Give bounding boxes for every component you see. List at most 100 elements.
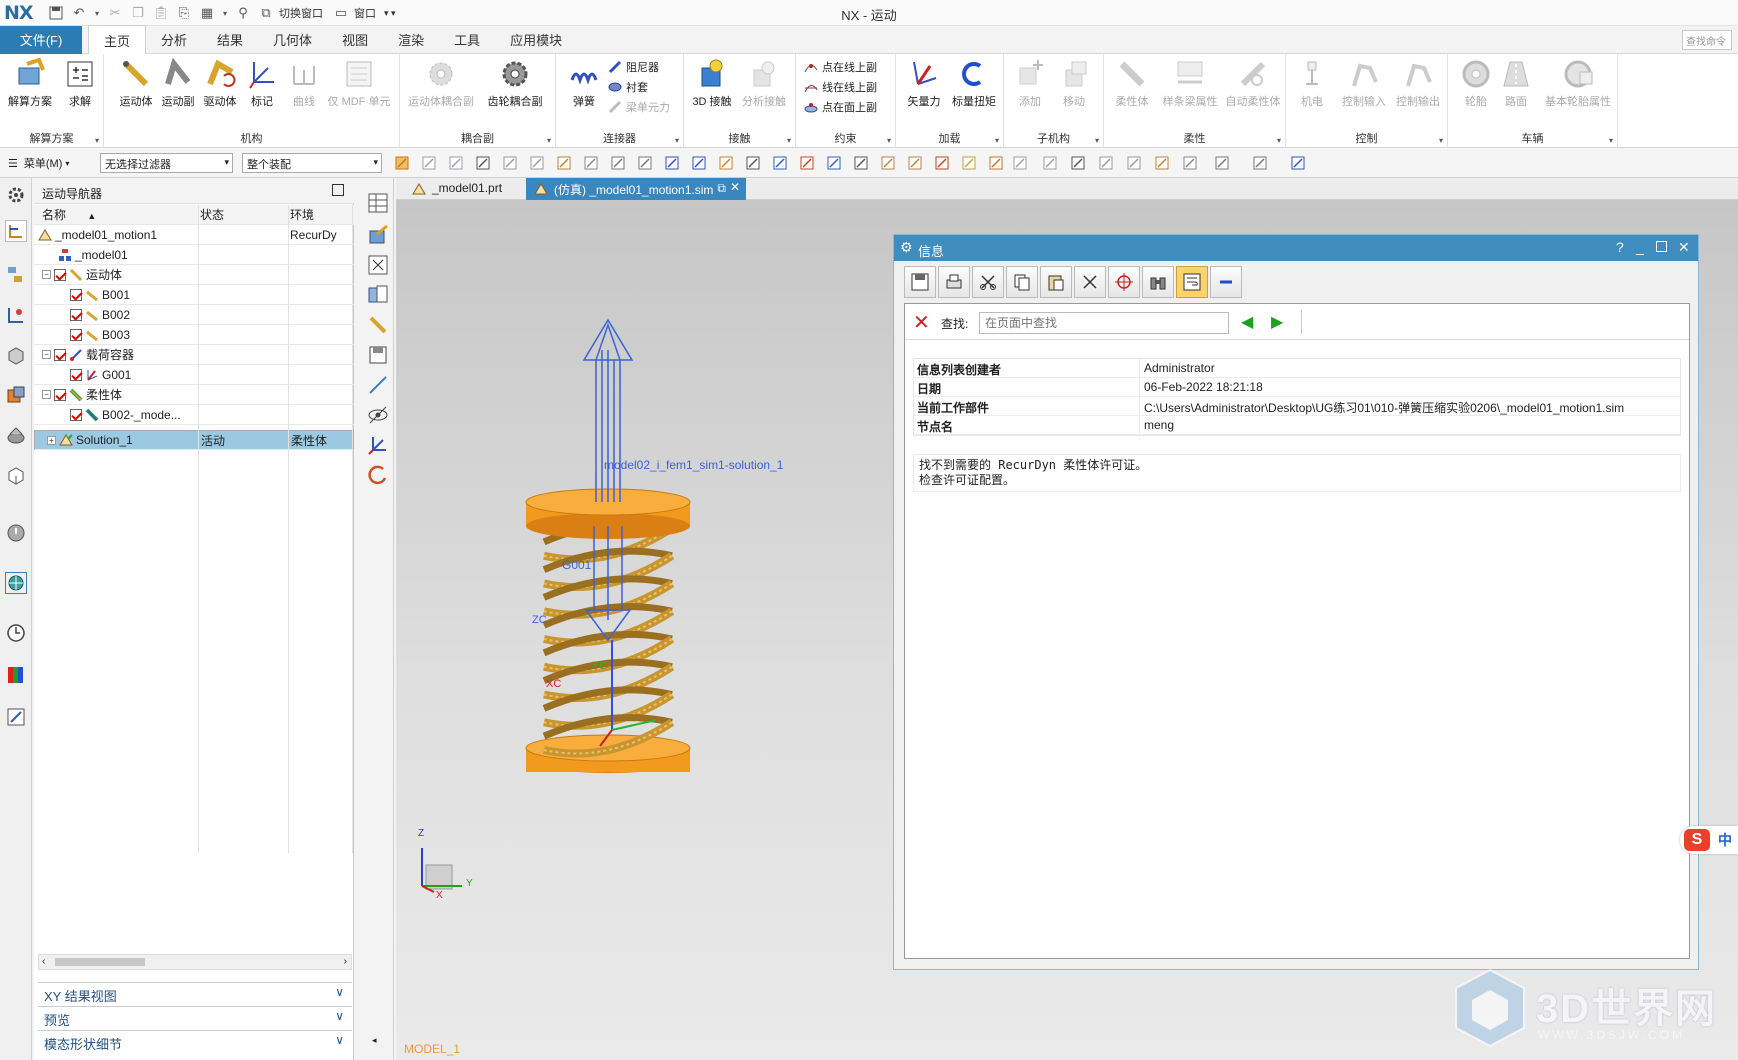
joint-button[interactable]: 运动副 (154, 58, 202, 109)
tree-row-b002-model[interactable]: B002-_mode... (34, 405, 354, 425)
find-next-icon[interactable]: ▶ (1271, 312, 1283, 332)
selection-tool-icon[interactable] (743, 153, 763, 173)
chevron-down-icon[interactable]: ▾ (675, 136, 679, 145)
mdf-element-button[interactable]: 仅 MDF 单元 (326, 58, 392, 109)
chevron-down-icon[interactable]: ▾ (787, 136, 791, 145)
tab-file[interactable]: 文件(F) (0, 25, 82, 54)
visibility-checkbox[interactable] (70, 308, 82, 321)
find-binoculars-icon[interactable] (1142, 266, 1174, 298)
selection-tool-icon[interactable] (446, 153, 466, 173)
layout-icon[interactable]: ▦ (197, 3, 217, 23)
history-icon[interactable] (5, 522, 27, 544)
print-icon[interactable] (938, 266, 970, 298)
analysis-contact-button[interactable]: 分析接触 (740, 58, 788, 109)
line-icon[interactable] (367, 374, 389, 396)
section-xy-results[interactable]: XY 结果视图 ∨ (38, 982, 352, 1004)
selection-tool-icon[interactable] (878, 153, 898, 173)
point-on-curve-button[interactable]: 点在线上副 (804, 58, 877, 76)
tab-results[interactable]: 结果 (202, 26, 258, 54)
layout-dropdown-icon[interactable]: ▾ (220, 3, 230, 23)
selection-tool-icon[interactable] (500, 153, 520, 173)
paste-icon[interactable] (1040, 266, 1072, 298)
visibility-checkbox[interactable] (54, 348, 66, 361)
tree-row-b001[interactable]: B001 (34, 285, 354, 305)
control-output-button[interactable]: 控制输出 (1392, 58, 1444, 109)
tree-row-load-container[interactable]: − 载荷容器 (34, 345, 354, 365)
selection-tool-icon[interactable] (419, 153, 439, 173)
gear-coupler-button[interactable]: 齿轮耦合副 (482, 58, 548, 109)
help-icon[interactable]: ? (1616, 239, 1624, 255)
selection-tool-icon[interactable] (1068, 153, 1088, 173)
chevron-down-icon[interactable]: ▾ (887, 136, 891, 145)
beam-force-button[interactable]: 梁单元力 (608, 98, 670, 116)
word-wrap-icon[interactable] (1176, 266, 1208, 298)
chevron-down-icon[interactable]: ▾ (1095, 136, 1099, 145)
tab-applications[interactable]: 应用模块 (495, 26, 577, 54)
selection-tool-icon[interactable] (1288, 153, 1308, 173)
selection-tool-icon[interactable] (986, 153, 1006, 173)
maximize-icon[interactable] (332, 184, 344, 196)
tree-row-b003[interactable]: B003 (34, 325, 354, 345)
system-materials-icon[interactable] (5, 572, 27, 594)
copy-icon[interactable]: ❐ (128, 3, 148, 23)
edit-icon[interactable] (367, 224, 389, 246)
copy-icon[interactable] (1006, 266, 1038, 298)
paste-icon[interactable]: 📋︎ (151, 3, 171, 23)
selection-tool-icon[interactable] (608, 153, 628, 173)
selection-tool-icon[interactable] (527, 153, 547, 173)
collapse-icon[interactable]: − (42, 270, 51, 279)
solve-button[interactable]: 求解 (56, 58, 104, 109)
selection-tool-icon[interactable] (581, 153, 601, 173)
curve-on-curve-button[interactable]: 线在线上副 (804, 78, 877, 96)
collapse-minus-icon[interactable] (1210, 266, 1242, 298)
visibility-checkbox[interactable] (70, 328, 82, 341)
close-icon[interactable]: ✕ (730, 180, 740, 194)
mechatronics-button[interactable]: 机电 (1288, 58, 1336, 109)
visibility-checkbox[interactable] (70, 368, 82, 381)
horizontal-scrollbar[interactable]: ‹ › (38, 954, 352, 970)
body-coupler-button[interactable]: 运动体耦合副 (408, 58, 474, 109)
close-icon[interactable]: ✕ (1678, 239, 1690, 256)
tree-row-g001[interactable]: G001 (34, 365, 354, 385)
switch-window-icon[interactable]: ⧉ (256, 3, 276, 23)
selection-tool-icon[interactable] (905, 153, 925, 173)
selection-tool-icon[interactable] (716, 153, 736, 173)
auto-flexible-button[interactable]: 自动柔性体 (1222, 58, 1284, 109)
menu-button[interactable]: ☰ 菜单(M) ▾ (8, 155, 69, 171)
selection-tool-icon[interactable] (1124, 153, 1144, 173)
touch-mode-icon[interactable]: ⚲ (233, 3, 253, 23)
move-submechanism-button[interactable]: 移动 (1050, 58, 1098, 109)
3d-contact-button[interactable]: 3D 接触 (688, 58, 736, 109)
driver-button[interactable]: 驱动体 (196, 58, 244, 109)
spring-button[interactable]: 弹簧 (560, 58, 608, 109)
visibility-checkbox[interactable] (54, 388, 66, 401)
maximize-icon[interactable] (1656, 241, 1667, 252)
column-header-env[interactable]: 环境 (290, 206, 352, 223)
point-on-surface-button[interactable]: 点在面上副 (804, 98, 877, 116)
selection-tool-icon[interactable] (770, 153, 790, 173)
visibility-checkbox[interactable] (54, 268, 66, 281)
selection-tool-icon[interactable] (1152, 153, 1172, 173)
section-preview[interactable]: 预览 ∨ (38, 1006, 352, 1028)
add-submechanism-button[interactable]: 添加 (1006, 58, 1054, 109)
info-dialog-titlebar[interactable]: ⚙ 信息 ? _ ✕ (894, 235, 1698, 261)
curve-button[interactable]: 曲线 (280, 58, 328, 109)
web-browser-icon[interactable] (5, 464, 27, 486)
collapse-arrow-icon[interactable]: ◂ (372, 1035, 377, 1046)
selection-tool-icon[interactable] (689, 153, 709, 173)
type-filter-select[interactable]: 无选择过滤器 ▾ (100, 153, 233, 173)
scalar-torque-button[interactable]: 标量扭矩 (950, 58, 998, 109)
assembly-navigator-icon[interactable] (5, 264, 27, 286)
pin-icon[interactable]: ⧉ (717, 181, 726, 196)
tree-row-sim[interactable]: _model01_motion1 RecurDy (34, 225, 354, 245)
settings-icon[interactable] (5, 184, 27, 206)
tab-home[interactable]: 主页 (88, 25, 147, 54)
scope-select[interactable]: 整个装配 ▾ (242, 153, 382, 173)
chevron-down-icon[interactable]: ▾ (995, 136, 999, 145)
chevron-down-icon[interactable]: ▾ (1439, 136, 1443, 145)
expand-icon[interactable]: + (47, 435, 56, 445)
selection-tool-icon[interactable] (932, 153, 952, 173)
ime-indicator[interactable]: S 中 (1680, 826, 1738, 854)
part-navigator-icon[interactable] (5, 344, 27, 366)
selection-tool-icon[interactable] (1010, 153, 1030, 173)
